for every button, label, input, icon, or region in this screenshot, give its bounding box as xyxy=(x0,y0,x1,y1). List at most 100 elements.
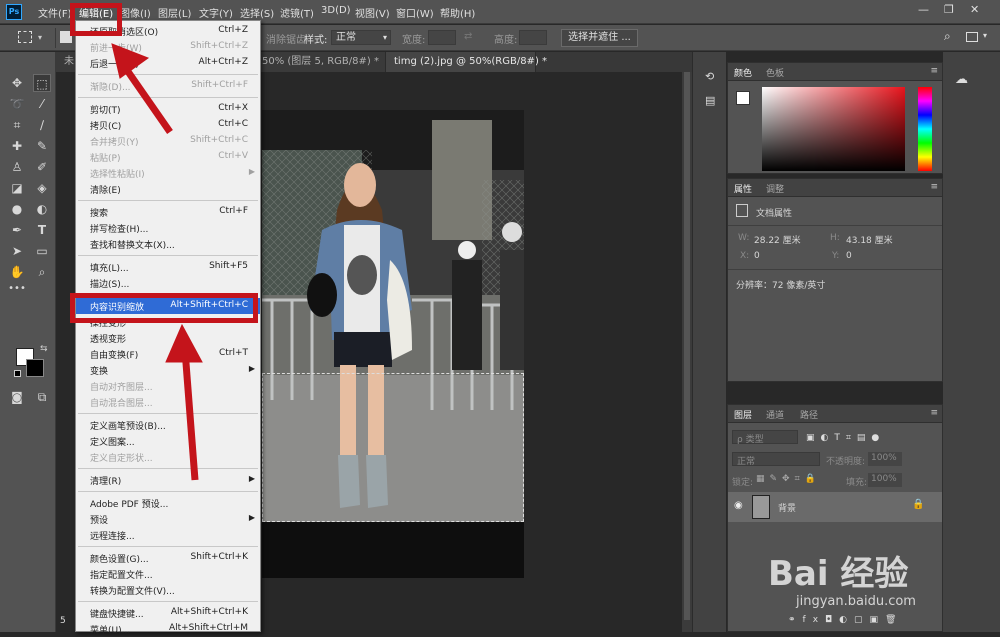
width-input[interactable] xyxy=(428,30,456,45)
menu-item[interactable]: 菜单(U)... Alt+Shift+Ctrl+M xyxy=(76,621,260,637)
marquee-tool-icon[interactable] xyxy=(18,31,32,43)
path-selection-tool-icon[interactable]: ➤ xyxy=(8,242,26,260)
foreground-swatch[interactable] xyxy=(736,91,750,105)
menu-item[interactable]: 颜色设置(G)... Shift+Ctrl+K xyxy=(76,550,260,566)
lock-icons[interactable]: ▦✎✥⌗🔒 xyxy=(756,474,821,484)
scrollbar-thumb[interactable] xyxy=(684,72,690,620)
healing-brush-tool-icon[interactable]: ✚ xyxy=(8,137,26,155)
tab-label: timg (2).jpg @ 50%(RGB/8#) * xyxy=(394,56,548,67)
menu-item[interactable]: 指定配置文件... xyxy=(76,566,260,582)
tab-document-2[interactable]: 50% (图层 5, RGB/8#) * xyxy=(256,52,386,72)
opacity-value: 100% xyxy=(871,453,897,463)
submenu-arrow-icon: ▶ xyxy=(248,167,255,176)
clone-stamp-tool-icon[interactable]: ♙ xyxy=(8,158,26,176)
tab-adjustments[interactable]: 调整 xyxy=(766,182,784,195)
tab-document-active[interactable]: timg (2).jpg @ 50%(RGB/8#) * xyxy=(386,52,547,72)
blend-mode-select[interactable]: 正常 xyxy=(732,452,820,467)
move-tool-icon[interactable]: ✥ xyxy=(8,74,26,92)
color-field[interactable] xyxy=(762,87,905,171)
fill-input[interactable]: 100% xyxy=(868,473,902,487)
menu-3d[interactable]: 3D(D) xyxy=(321,5,351,16)
zoom-status[interactable]: 5 xyxy=(60,616,66,626)
menu-view[interactable]: 视图(V) xyxy=(355,5,390,20)
layer-thumbnail xyxy=(752,495,770,519)
menu-layer[interactable]: 图层(L) xyxy=(158,5,191,20)
tab-swatches[interactable]: 色板 xyxy=(766,66,784,79)
close-button[interactable]: ✕ xyxy=(970,3,979,16)
search-icon[interactable]: ⌕ xyxy=(944,29,951,44)
layer-filter-select[interactable]: ρ 类型 xyxy=(732,430,798,445)
tab-paths[interactable]: 路径 xyxy=(800,408,818,421)
panel-strip: ⟲ ▤ xyxy=(692,52,726,632)
screen-mode-icon[interactable]: ⧉ xyxy=(33,388,51,406)
maximize-button[interactable]: ❐ xyxy=(944,3,954,16)
style-select[interactable]: 正常 ▾ xyxy=(331,30,391,45)
menu-item[interactable]: 转换为配置文件(V)... xyxy=(76,582,260,598)
hue-slider[interactable] xyxy=(918,87,932,171)
selection-marquee[interactable] xyxy=(262,373,524,522)
x-label: X: xyxy=(740,251,750,261)
workspace-icon[interactable] xyxy=(966,32,978,42)
tab-channels[interactable]: 通道 xyxy=(766,408,784,421)
y-label: Y: xyxy=(832,251,840,261)
lock-label: 锁定: xyxy=(732,478,754,488)
layer-name[interactable]: 背景 xyxy=(778,501,796,514)
quick-mask-icon[interactable]: ◙ xyxy=(8,388,26,406)
menu-help[interactable]: 帮助(H) xyxy=(440,5,475,20)
crop-tool-icon[interactable]: ⌗ xyxy=(8,116,26,134)
tab-properties[interactable]: 属性 xyxy=(734,182,752,195)
pen-tool-icon[interactable]: ✒ xyxy=(8,221,26,239)
color-panel: 颜色 色板 ≡ xyxy=(727,62,943,174)
creative-cloud-icon[interactable]: ☁ xyxy=(955,72,968,87)
more-tools-icon[interactable]: ••• xyxy=(8,280,26,298)
eraser-tool-icon[interactable]: ◪ xyxy=(8,179,26,197)
menu-item[interactable]: 预设 ▶ xyxy=(76,511,260,527)
history-panel-icon[interactable]: ⟲ xyxy=(705,70,714,83)
menu-item[interactable]: 远程连接... xyxy=(76,527,260,543)
panel-menu-icon[interactable]: ≡ xyxy=(930,66,938,76)
menu-filter[interactable]: 滤镜(T) xyxy=(280,5,314,20)
fill-label: 填充: xyxy=(846,478,868,488)
menu-image[interactable]: 图像(I) xyxy=(120,5,151,20)
swap-colors-icon[interactable]: ⇆ xyxy=(40,344,48,354)
opacity-input[interactable]: 100% xyxy=(868,452,902,466)
background-color-swatch[interactable] xyxy=(26,359,44,377)
blur-tool-icon[interactable]: ● xyxy=(8,200,26,218)
menu-file[interactable]: 文件(F) xyxy=(38,5,72,20)
quick-selection-tool-icon[interactable]: ⁄ xyxy=(33,95,51,113)
minimize-button[interactable]: — xyxy=(918,3,929,16)
history-brush-tool-icon[interactable]: ✐ xyxy=(33,158,51,176)
rectangular-marquee-tool-icon[interactable]: ⬚ xyxy=(33,74,51,92)
rectangle-tool-icon[interactable]: ▭ xyxy=(33,242,51,260)
tab-layers[interactable]: 图层 xyxy=(734,408,752,421)
layer-filter-icons[interactable]: ▣◐T⌗▤● xyxy=(806,433,885,443)
layer-row[interactable]: ◉ 背景 🔒 xyxy=(728,492,942,522)
zoom-tool-icon[interactable]: ⌕ xyxy=(33,263,51,281)
menu-type[interactable]: 文字(Y) xyxy=(199,5,233,20)
lasso-tool-icon[interactable]: ➰ xyxy=(8,95,26,113)
menu-item[interactable]: 键盘快捷键... Alt+Shift+Ctrl+K xyxy=(76,605,260,621)
chevron-down-icon[interactable]: ▾ xyxy=(38,33,42,42)
type-tool-icon[interactable]: T xyxy=(33,221,51,239)
eye-icon[interactable]: ◉ xyxy=(734,500,743,511)
menu-window[interactable]: 窗口(W) xyxy=(396,5,434,20)
eyedropper-tool-icon[interactable]: ∕ xyxy=(33,116,51,134)
divider xyxy=(728,225,942,226)
menu-select[interactable]: 选择(S) xyxy=(240,5,274,20)
paint-bucket-tool-icon[interactable]: ◈ xyxy=(33,179,51,197)
brush-tool-icon[interactable]: ✎ xyxy=(33,137,51,155)
default-colors-icon[interactable] xyxy=(14,370,21,377)
panel-menu-icon[interactable]: ≡ xyxy=(930,408,938,418)
chevron-down-icon[interactable]: ▾ xyxy=(983,31,987,40)
vertical-scrollbar[interactable] xyxy=(682,72,692,632)
height-input[interactable] xyxy=(519,30,547,45)
tab-color[interactable]: 颜色 xyxy=(734,66,752,79)
panel-menu-icon[interactable]: ≡ xyxy=(930,182,938,192)
submenu-arrow-icon: ▶ xyxy=(248,513,255,522)
hand-tool-icon[interactable]: ✋ xyxy=(8,263,26,281)
tab-label: 50% (图层 5, RGB/8#) * xyxy=(262,56,379,67)
select-and-mask-button[interactable]: 选择并遮住 ... xyxy=(561,29,638,47)
swap-icon[interactable]: ⇄ xyxy=(464,31,472,42)
properties-panel-icon[interactable]: ▤ xyxy=(705,94,715,107)
dodge-tool-icon[interactable]: ◐ xyxy=(33,200,51,218)
